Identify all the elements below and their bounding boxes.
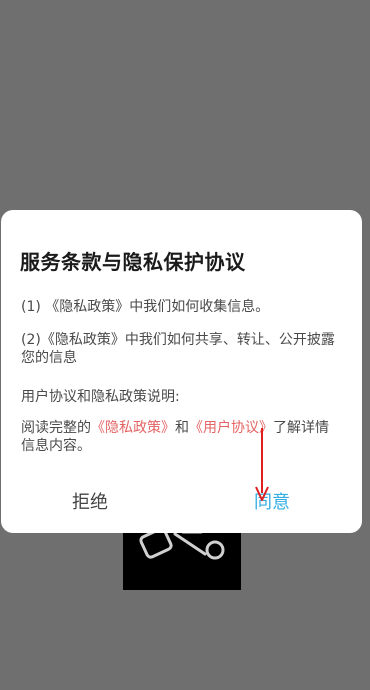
desc-and: 和 [175, 420, 189, 436]
share-info-item: (2)《隐私政策》中我们如何共享、转让、公开披露您的信息 [21, 332, 335, 366]
dialog-title: 服务条款与隐私保护协议 [20, 250, 246, 274]
agreement-description: 阅读完整的《隐私政策》和《用户协议》了解详情信息内容。 [21, 419, 341, 455]
privacy-policy-link[interactable]: 《隐私政策》 [91, 420, 175, 436]
agree-button[interactable]: 同意 [254, 490, 290, 516]
reject-button[interactable]: 拒绝 [72, 490, 108, 516]
privacy-agreement-dialog: 服务条款与隐私保护协议 (1) 《隐私政策》中我们如何收集信息。 (2)《隐私政… [1, 210, 362, 533]
collect-info-item: (1) 《隐私政策》中我们如何收集信息。 [21, 299, 270, 315]
desc-prefix: 阅读完整的 [21, 420, 91, 436]
user-agreement-link[interactable]: 《用户协议》 [189, 420, 273, 436]
section-heading: 用户协议和隐私政策说明: [21, 389, 180, 405]
